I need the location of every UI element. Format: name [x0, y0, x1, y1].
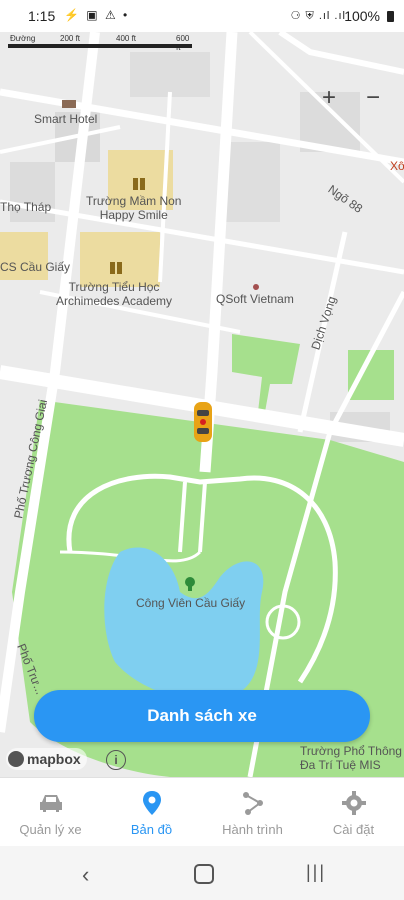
battery-percent: 100%	[344, 8, 380, 24]
nav-item-map[interactable]: Bản đồ	[101, 778, 202, 847]
zoom-out-button[interactable]: −	[366, 84, 380, 112]
map-label-cs-cau-giay: CS Cầu Giấy	[0, 260, 71, 274]
map-label-smart-hotel: Smart Hotel	[34, 112, 98, 126]
map-label-tho-thap: Thọ Tháp	[0, 200, 52, 214]
signal-icons: ⚆ ⛨ .ıl .ıl	[290, 10, 346, 22]
car-icon	[39, 795, 62, 812]
map-scale: Đường 200 ft 400 ft 600 ft	[8, 34, 192, 52]
map-label-cong-vien: Công Viên Cầu Giấy	[136, 596, 246, 610]
zoom-in-button[interactable]: +	[322, 84, 336, 112]
scale-label-400: 400 ft	[116, 34, 137, 43]
nav-item-trips[interactable]: Hành trình	[202, 778, 303, 847]
nav-item-settings[interactable]: Cài đặt	[303, 778, 404, 847]
system-home-button[interactable]	[194, 864, 214, 884]
map-label-qsoft: QSoft Vietnam	[216, 292, 294, 306]
system-navigation-bar: ‹ |||	[0, 846, 404, 900]
nav-label-trips: Hành trình	[222, 822, 283, 837]
system-recents-button[interactable]: |||	[306, 862, 326, 883]
status-bar: 1:15 ⚡ ▣ ⚠ • ⚆ ⛨ .ıl .ıl 100%	[0, 0, 404, 32]
mapbox-icon	[8, 751, 24, 767]
map-label-tieu-hoc: Trường Tiểu Học Archimedes Academy	[56, 280, 173, 308]
mapbox-logo: mapbox	[6, 748, 87, 770]
map-pin-icon	[142, 791, 161, 815]
scale-bar	[8, 44, 192, 48]
vehicle-marker-icon	[194, 402, 212, 442]
route-icon	[242, 792, 263, 815]
status-time: 1:15	[28, 8, 56, 24]
map-label-truong-pho-thong: Trường Phổ Thông Đa Trí Tuệ MIS	[300, 744, 402, 772]
scale-label-street: Đường	[10, 34, 36, 43]
map-label-xo: Xô	[390, 159, 404, 173]
bottom-nav: Quản lý xe Bản đồ Hành trình Cài đặt	[0, 777, 404, 847]
map-view[interactable]: Đường 200 ft 400 ft 600 ft Smart Hotel T…	[0, 32, 404, 777]
notification-icons: ⚡ ▣ ⚠ •	[64, 8, 130, 22]
nav-label-settings: Cài đặt	[332, 822, 375, 837]
nav-label-map: Bản đồ	[130, 822, 173, 837]
nav-label-vehicles: Quản lý xe	[19, 822, 82, 837]
scale-label-600: 600 ft	[176, 34, 190, 52]
battery-icon	[387, 11, 394, 22]
mapbox-wordmark: mapbox	[27, 751, 81, 767]
map-canvas	[0, 32, 404, 777]
gear-icon	[341, 791, 366, 815]
vehicle-list-button[interactable]: Danh sách xe	[34, 690, 370, 742]
nav-item-vehicles[interactable]: Quản lý xe	[0, 778, 101, 847]
attribution-info-button[interactable]: i	[106, 750, 126, 770]
system-back-button[interactable]: ‹	[82, 862, 89, 888]
scale-label-200: 200 ft	[60, 34, 81, 43]
map-label-mam-non: Trường Mầm Non Happy Smile	[86, 194, 182, 222]
